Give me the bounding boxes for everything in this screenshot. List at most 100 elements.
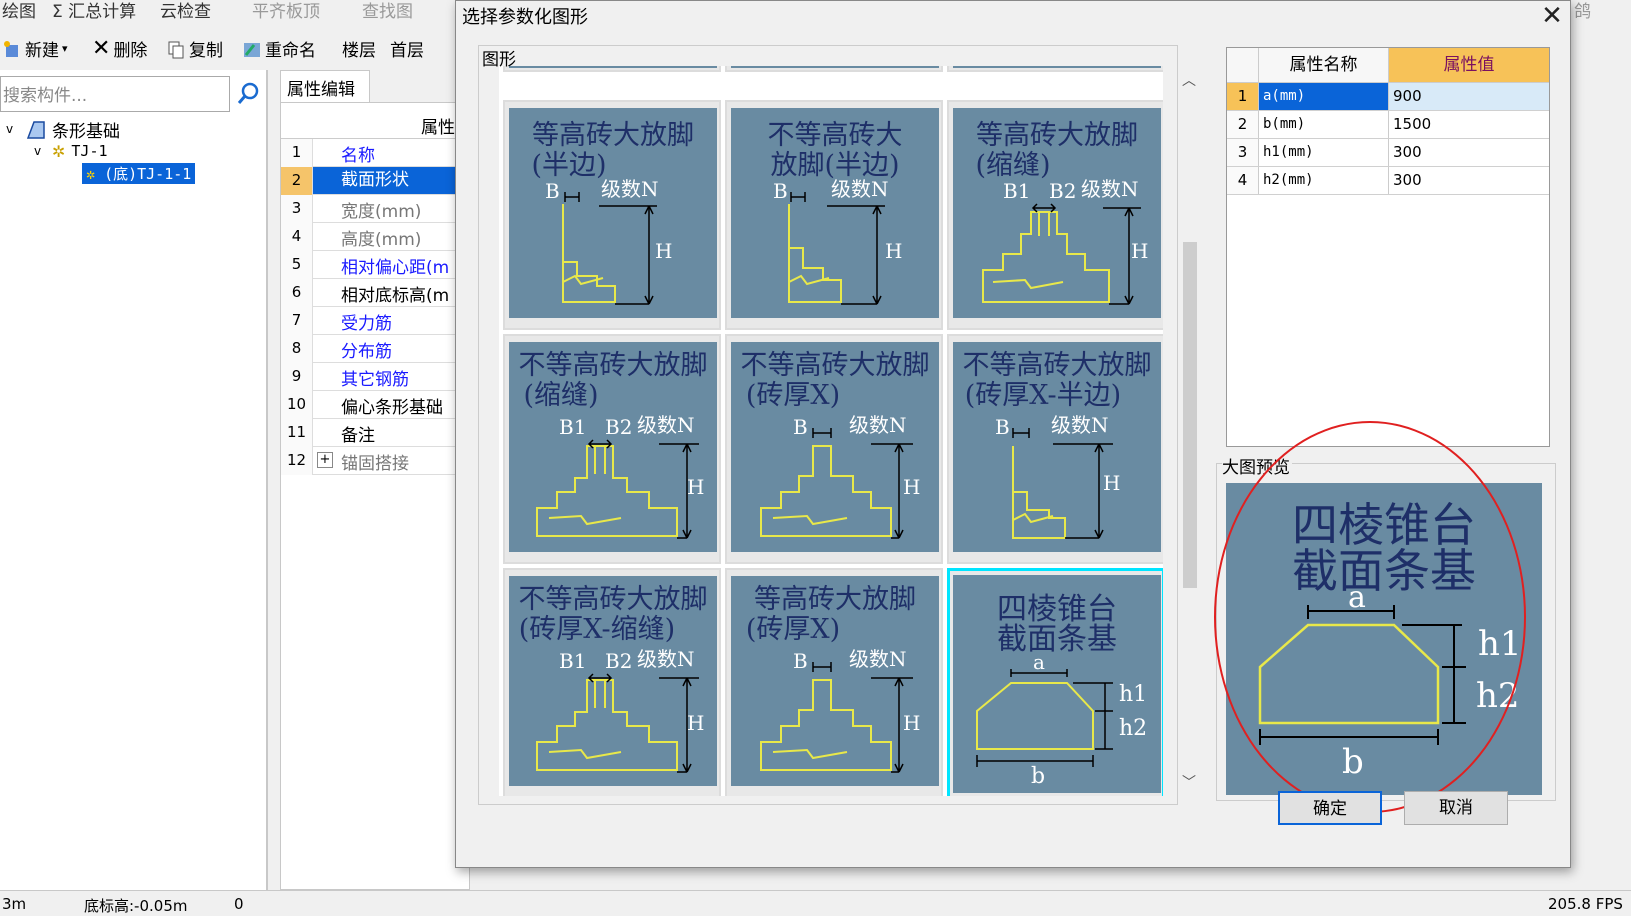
shape-tile: 等高砖大放脚 (半边) B 级数N H <box>509 108 717 318</box>
gallery-label: 图形 <box>482 50 516 70</box>
menu-flush-slab[interactable]: 平齐板顶 <box>252 0 320 22</box>
property-row[interactable]: 12 + 锚固搭接 <box>281 447 471 475</box>
status-value: 0 <box>234 895 244 913</box>
row-number: 2 <box>281 167 313 195</box>
shape-cell-unequal-half[interactable]: 不等高砖大 放脚(半边) B 级数N H <box>725 100 943 330</box>
shape-cell-equal-gap[interactable]: 等高砖大放脚 (缩缝) B1 B2 级数N H <box>947 100 1163 330</box>
shape-cell-unequal-thick-gap[interactable]: 不等高砖大放脚 (砖厚X-缩缝) B1 B2 级数N H <box>503 568 721 796</box>
gear-icon: ✲ <box>52 141 66 161</box>
tree-node-strip-foundation[interactable]: v 条形基础 <box>6 118 120 142</box>
annotation-circle <box>1214 421 1526 813</box>
scrollbar-thumb[interactable] <box>1183 242 1197 588</box>
tree-node-tj1[interactable]: v ✲ TJ-1 <box>34 140 108 162</box>
row-number: 2 <box>1227 111 1259 138</box>
attribute-value[interactable]: 300 <box>1389 167 1549 194</box>
property-row[interactable]: 5 相对偏心距(m <box>281 251 471 279</box>
scroll-down-icon[interactable]: ﹀ <box>1179 772 1199 794</box>
property-name: 其它钢筋 <box>341 370 409 390</box>
copy-button[interactable]: 复制 <box>166 36 223 61</box>
shape-tile: 不等高砖大放脚 (砖厚X) B 级数N H <box>731 342 939 552</box>
attribute-table: 属性名称 属性值 1 a(mm) 900 2 b(mm) 1500 3 h1(m… <box>1226 47 1550 447</box>
label-h: H <box>885 239 902 263</box>
tree-selected-item[interactable]: ✲ (底)TJ-1-1 <box>82 162 196 184</box>
collapse-icon[interactable]: v <box>6 122 24 136</box>
shape-cell-unequal-thick-half[interactable]: 不等高砖大放脚 (砖厚X-半边) B 级数N H <box>947 334 1163 564</box>
header-attr-value: 属性值 <box>1389 48 1549 83</box>
menu-cloud-check[interactable]: 云检查 <box>160 0 211 22</box>
tree-label: TJ-1 <box>71 142 108 160</box>
status-bar: 3m 底标高:-0.05m 0 205.8 FPS <box>0 890 1631 916</box>
shape-cell-equal-thick[interactable]: 等高砖大放脚 (砖厚X) B 级数N H <box>725 568 943 796</box>
app-toolbar: 新建 ▾ ✕ 删除 复制 重命名 楼层 首层 <box>0 28 460 64</box>
label-steps: 级数N <box>1051 413 1109 437</box>
menu-right[interactable]: 鸽 <box>1574 0 1591 22</box>
label-b2: B2 <box>605 649 632 673</box>
shape-cell-equal-half[interactable]: 等高砖大放脚 (半边) B 级数N H <box>503 100 721 330</box>
property-row[interactable]: 3 宽度(mm) <box>281 195 471 223</box>
row-number: 3 <box>281 195 313 223</box>
attribute-row[interactable]: 3 h1(mm) 300 <box>1227 139 1549 167</box>
new-label: 新建 <box>25 41 59 61</box>
shape-title: 不等高砖大放脚 <box>519 584 708 615</box>
attribute-row[interactable]: 1 a(mm) 900 <box>1227 83 1549 111</box>
attribute-value[interactable]: 1500 <box>1389 111 1549 138</box>
attribute-row[interactable]: 2 b(mm) 1500 <box>1227 111 1549 139</box>
tab-property-edit[interactable]: 属性编辑 <box>280 70 370 102</box>
property-row[interactable]: 11 备注 <box>281 419 471 447</box>
shape-cell-partial[interactable] <box>947 66 1163 72</box>
attribute-name: h2(mm) <box>1259 167 1389 194</box>
property-name: 截面形状 <box>313 167 471 194</box>
row-number: 6 <box>281 279 313 307</box>
property-name: 相对底标高(m <box>341 286 450 306</box>
gallery-scrollbar[interactable]: ︿ ﹀ <box>1179 66 1199 796</box>
label-h: H <box>1131 239 1148 263</box>
property-row[interactable]: 9 其它钢筋 <box>281 363 471 391</box>
shape-cell-frustum-selected[interactable]: 四棱锥台 截面条基 a h1 h2 b <box>947 568 1163 796</box>
tree-node-tj1-1[interactable]: ✲ (底)TJ-1-1 <box>82 162 196 184</box>
property-row[interactable]: 2 截面形状 <box>281 167 471 195</box>
label-b1: B1 <box>559 415 586 439</box>
property-header-label: 属性 <box>421 118 455 138</box>
property-row[interactable]: 6 相对底标高(m <box>281 279 471 307</box>
label-h: H <box>1103 471 1120 495</box>
expand-icon[interactable]: + <box>317 452 333 468</box>
property-name: 高度(mm) <box>341 230 422 250</box>
scroll-up-icon[interactable]: ︿ <box>1179 70 1199 92</box>
floor-label[interactable]: 楼层 <box>342 36 376 61</box>
close-button[interactable]: ✕ <box>1536 1 1568 31</box>
delete-button[interactable]: ✕ 删除 <box>92 36 147 61</box>
property-row[interactable]: 7 受力筋 <box>281 307 471 335</box>
menu-summary-calc[interactable]: Σ 汇总计算 <box>52 0 136 22</box>
attribute-row[interactable]: 4 h2(mm) 300 <box>1227 167 1549 195</box>
property-row[interactable]: 10 偏心条形基础 <box>281 391 471 419</box>
attribute-value[interactable]: 900 <box>1389 83 1549 110</box>
property-name: 分布筋 <box>341 342 392 362</box>
row-number: 8 <box>281 335 313 363</box>
collapse-icon[interactable]: v <box>34 144 52 158</box>
parametric-shape-dialog: 选择参数化图形 ✕ 等高砖大放脚 (半边) B 级数N H 不等高砖大 放脚(半… <box>455 0 1571 868</box>
shape-cell-unequal-thick[interactable]: 不等高砖大放脚 (砖厚X) B 级数N H <box>725 334 943 564</box>
label-b: B <box>793 415 808 439</box>
property-row[interactable]: 4 高度(mm) <box>281 223 471 251</box>
property-row[interactable]: 8 分布筋 <box>281 335 471 363</box>
search-input[interactable]: 搜索构件... <box>0 76 230 112</box>
shape-cell-unequal-gap[interactable]: 不等高砖大放脚 (缩缝) B1 B2 级数N H <box>503 334 721 564</box>
rename-button[interactable]: 重命名 <box>242 36 316 61</box>
menu-find[interactable]: 查找图 <box>362 0 413 22</box>
shape-cell-partial[interactable] <box>725 66 943 72</box>
label-a: a <box>1033 650 1045 674</box>
label-h1: h1 <box>1119 682 1147 707</box>
search-icon[interactable] <box>234 80 262 108</box>
new-button[interactable]: 新建 ▾ <box>2 36 68 61</box>
cancel-button[interactable]: 取消 <box>1404 791 1508 825</box>
ok-button[interactable]: 确定 <box>1278 791 1382 825</box>
label-steps: 级数N <box>601 177 659 201</box>
menu-draw[interactable]: 绘图 <box>2 0 36 22</box>
shape-cell-partial[interactable] <box>503 66 721 72</box>
new-icon <box>4 40 18 57</box>
rename-icon <box>244 42 260 57</box>
shape-subtitle: (缩缝) <box>975 150 1050 181</box>
attribute-value[interactable]: 300 <box>1389 139 1549 166</box>
floor-selector[interactable]: 首层 <box>390 36 424 61</box>
property-row[interactable]: 1 名称 <box>281 139 471 167</box>
